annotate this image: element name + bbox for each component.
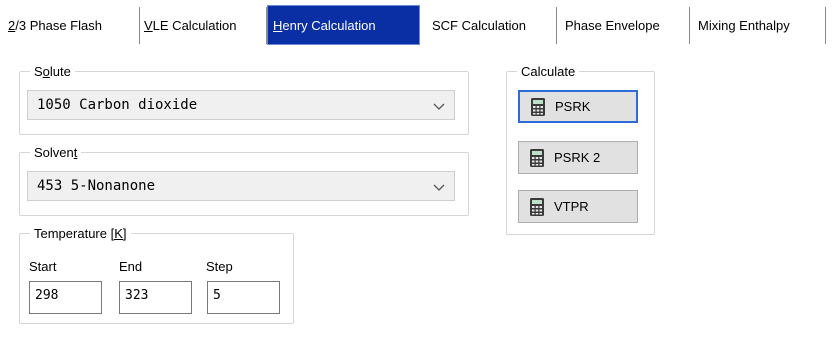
end-temperature-input[interactable]: 323 — [119, 281, 192, 314]
psrk2-button[interactable]: PSRK 2 — [518, 141, 638, 174]
tab-label: Mixing Enthalpy — [698, 18, 790, 33]
tab-henry-calculation[interactable]: Henry Calculation — [267, 5, 420, 45]
solvent-select[interactable]: 453 5-Nonanone — [27, 171, 455, 201]
tab-label: enry Calculation — [282, 17, 376, 33]
tab-bar: 2/3 Phase Flash V LE Calculation Henry Ca… — [0, 0, 836, 46]
temperature-legend: Temperature [K] — [34, 226, 127, 241]
tab-label: Phase Envelope — [565, 18, 660, 33]
tab-label-key: V — [144, 18, 153, 33]
tab-label: LE Calculation — [152, 18, 237, 33]
vtpr-button-label: VTPR — [554, 199, 589, 214]
solute-value: 1050 Carbon dioxide — [37, 97, 198, 113]
start-label: Start — [29, 259, 57, 274]
calculate-legend: Calculate — [521, 64, 576, 79]
psrk-button-label: PSRK — [555, 99, 591, 114]
tab-scf-calculation[interactable]: SCF Calculation — [424, 7, 557, 44]
psrk2-button-label: PSRK 2 — [554, 150, 601, 165]
psrk-button[interactable]: PSRK — [518, 90, 638, 123]
solvent-legend: Solvent — [34, 145, 78, 160]
step-label: Step — [206, 259, 233, 274]
tab-phase-envelope[interactable]: Phase Envelope — [557, 7, 690, 44]
tab-phase-flash[interactable]: 2/3 Phase Flash — [4, 7, 140, 44]
tab-label: /3 Phase Flash — [15, 18, 102, 33]
tab-mixing-enthalpy[interactable]: Mixing Enthalpy — [690, 7, 826, 44]
solvent-value: 453 5-Nonanone — [37, 178, 156, 194]
step-temperature-input[interactable]: 5 — [207, 281, 280, 314]
chevron-down-icon — [433, 103, 445, 110]
end-label: End — [119, 259, 143, 274]
calculator-icon — [531, 97, 545, 116]
tab-label-key: 2 — [8, 18, 16, 33]
vtpr-button[interactable]: VTPR — [518, 190, 638, 223]
solute-legend: Solute — [34, 64, 71, 79]
tab-label-key: H — [273, 17, 283, 33]
chevron-down-icon — [433, 184, 445, 191]
start-temperature-input[interactable]: 298 — [29, 281, 102, 314]
tab-vle-calculation[interactable]: V LE Calculation — [140, 7, 267, 44]
calculator-icon — [530, 197, 544, 216]
tab-label: SCF Calculation — [432, 18, 526, 33]
calculator-icon — [530, 148, 544, 167]
solute-select[interactable]: 1050 Carbon dioxide — [27, 90, 455, 120]
